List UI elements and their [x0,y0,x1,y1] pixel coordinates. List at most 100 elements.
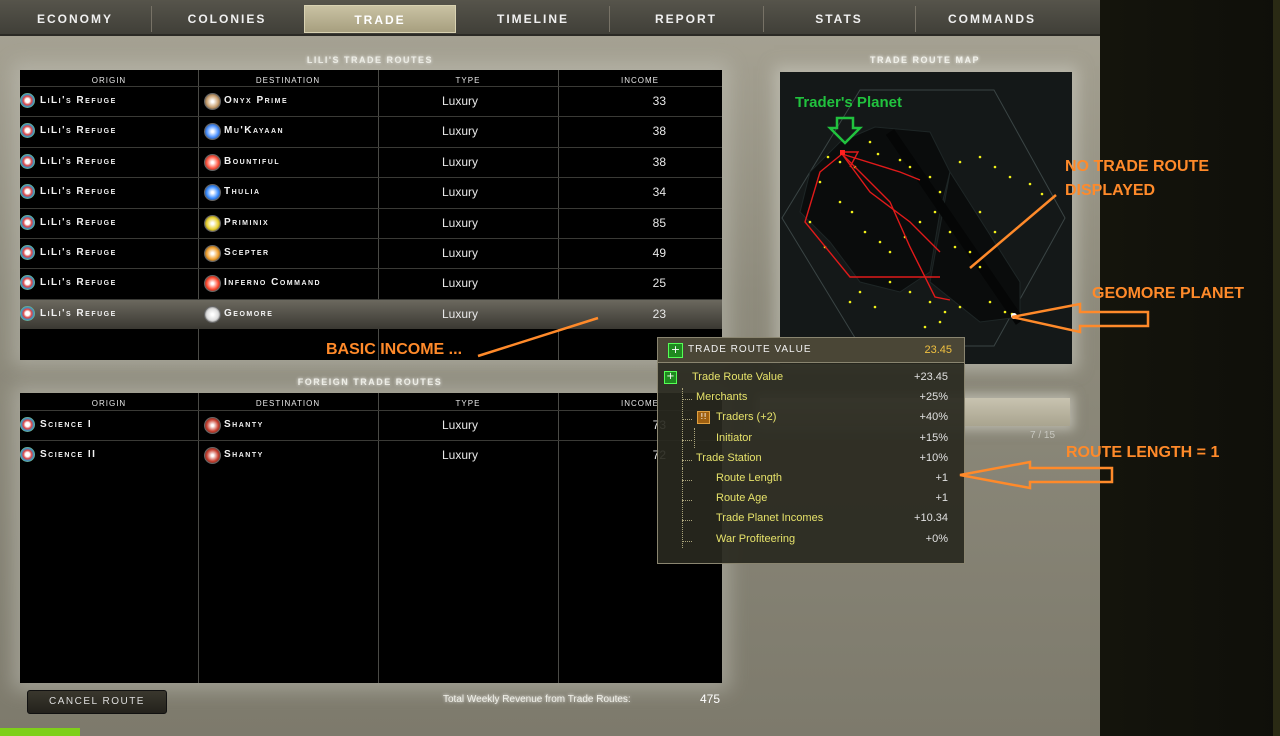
main-tab-bar: Economy Colonies Trade Timeline Report S… [0,0,1100,36]
trader-planet-marker [840,150,845,155]
destination-emblem-icon [204,93,221,110]
tree-connector [682,480,692,481]
type-cell: Luxury [441,124,479,139]
tooltip-line-value: +23.45 [914,371,948,383]
table-row-selected[interactable]: LiLi's Refuge Geomore Luxury 23 [20,298,722,329]
income-cell: 23 [652,306,666,321]
annotation-no-route-line2: DISPLAYED [1065,182,1156,199]
table-row[interactable]: Science IIShantyLuxury72 [20,440,722,470]
origin-cell: LiLi's Refuge [40,125,117,137]
row-divider [20,268,722,270]
income-cell: 25 [652,276,666,291]
row-divider [20,238,722,239]
col-header-destination[interactable]: Destination [198,399,378,408]
destination-emblem-icon [204,245,221,262]
destination-cell: Mu'Kayaan [224,125,285,137]
origin-cell: LiLi's Refuge [40,216,117,228]
row-divider [20,207,722,209]
origin-cell: LiLi's Refuge [40,307,117,319]
income-cell: 38 [652,124,666,139]
origin-emblem-icon [20,447,35,463]
origin-cell: LiLi's Refuge [40,277,117,289]
cancel-route-button[interactable]: Cancel Route [27,690,167,714]
col-header-type[interactable]: Type [378,76,558,85]
origin-emblem-icon [20,417,35,432]
income-cell: 38 [652,154,666,169]
tooltip-line-value: +10.34 [914,512,948,525]
tab-commands[interactable]: Commands [916,5,1068,33]
tooltip-line-value: +15% [919,431,948,444]
col-header-origin[interactable]: Origin [20,399,198,408]
col-header-type[interactable]: Type [378,399,558,408]
table-row[interactable]: LiLi's Refuge Bountiful Luxury 38 [20,146,722,177]
tooltip-title: Trade Route Value [688,344,812,355]
table-row[interactable]: LiLi's Refuge Inferno Command Luxury 25 [20,268,722,298]
destination-cell: Geomore [224,307,274,319]
trade-route-count: 7 / 15 [1030,430,1056,441]
table-row[interactable]: Science IShantyLuxury73 [20,410,722,440]
table-row[interactable]: LiLi's Refuge Scepter Luxury 49 [20,238,722,268]
table-row[interactable]: LiLi's Refuge Thulia Luxury 34 [20,177,722,207]
destination-emblem-icon [204,447,221,465]
income-cell: 49 [652,246,666,260]
row-divider [20,116,722,118]
col-header-destination[interactable]: Destination [198,76,378,85]
annotation-no-route-line1: NO TRADE ROUTE [1065,158,1209,175]
geomore-planet-marker [1011,313,1017,319]
type-cell: Luxury [441,246,479,260]
annotation-geomore-planet: GEOMORE PLANET [1092,285,1245,302]
origin-emblem-icon [20,93,35,108]
tree-connector [682,540,692,542]
origin-cell: Science I [40,419,93,430]
tooltip-line-label: Merchants [696,391,748,404]
tab-stats[interactable]: Stats [764,5,914,33]
origin-cell: LiLi's Refuge [40,95,117,106]
table-row[interactable]: LiLi's Refuge Mu'Kayaan Luxury 38 [20,116,722,146]
table-row[interactable]: LiLi's Refuge Onyx Prime Luxury 33 [20,86,722,116]
type-cell: Luxury [441,306,479,321]
tab-report[interactable]: Report [610,5,762,33]
tooltip-line-value: +1 [935,492,948,505]
origin-emblem-icon [20,153,35,169]
annotation-basic-income: BASIC INCOME ... [326,341,463,358]
income-cell: 34 [652,185,666,200]
trade-route-value-tooltip: + Trade Route Value 23.45 + !! Trade Rou… [657,337,965,564]
type-cell: Luxury [441,185,479,200]
destination-cell: Inferno Command [224,277,322,289]
type-cell: Luxury [441,215,479,230]
tab-economy[interactable]: Economy [0,5,150,33]
origin-emblem-icon [20,305,35,321]
row-divider [20,410,722,411]
tooltip-line-value: +10% [919,451,948,464]
tab-colonies[interactable]: Colonies [152,5,302,33]
destination-cell: Priminix [224,216,270,228]
table-row[interactable]: LiLi's Refuge Priminix Luxury 85 [20,207,722,238]
destination-emblem-icon [204,123,221,141]
type-cell: Luxury [441,448,479,463]
origin-emblem-icon [20,245,35,260]
tree-connector [682,500,692,502]
origin-cell: LiLi's Refuge [40,247,117,258]
tab-timeline[interactable]: Timeline [458,5,608,33]
tree-connector [682,459,692,461]
tooltip-line-label: Route Length [716,472,783,484]
tab-trade[interactable]: Trade [304,5,456,33]
annotation-traders-planet: Trader's Planet [795,94,902,111]
plus-icon: + [664,371,677,384]
income-cell: 85 [652,215,666,230]
tooltip-line-value: +0% [925,532,948,545]
tooltip-line-label: Trade Route Value [692,371,784,383]
destination-emblem-icon [204,184,221,202]
row-divider [20,146,722,148]
origin-cell: LiLi's Refuge [40,186,117,198]
background-right [1100,0,1280,736]
destination-cell: Onyx Prime [224,95,289,106]
col-header-origin[interactable]: Origin [20,76,198,85]
annotation-route-length: ROUTE LENGTH = 1 [1066,444,1220,461]
own-routes-table: Origin Destination Type Income LiLi's Re… [20,70,722,360]
col-header-income[interactable]: Income [558,76,722,85]
destination-emblem-icon [204,275,221,293]
trade-route-map[interactable] [780,72,1072,364]
tree-connector [682,439,692,441]
destination-cell: Thulia [224,186,261,198]
